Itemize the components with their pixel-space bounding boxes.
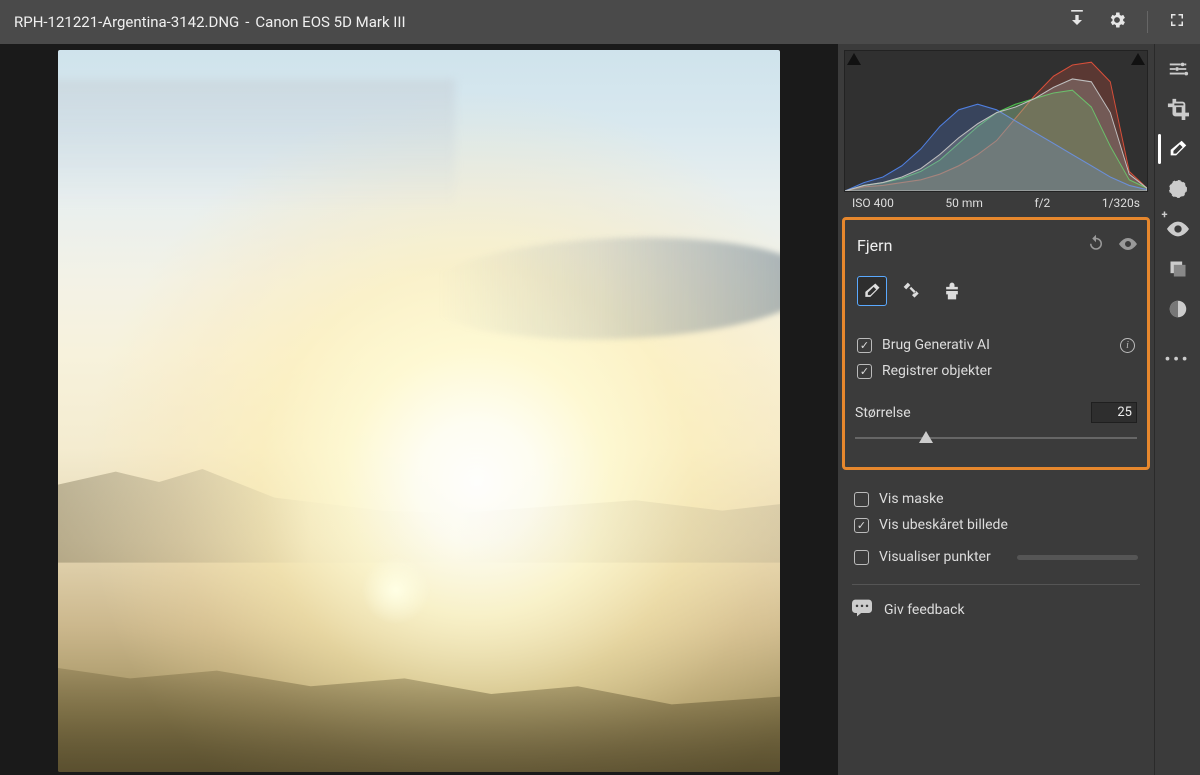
title-separator: - [245, 13, 249, 31]
radial-mask-icon[interactable] [1158, 170, 1198, 208]
lens-blur-icon[interactable] [1158, 290, 1198, 328]
generative-ai-row: Brug Generativ AI i [855, 332, 1137, 358]
feedback-label: Giv feedback [884, 602, 965, 618]
show-mask-checkbox[interactable] [854, 492, 869, 507]
panel-title: Fjern [855, 236, 892, 255]
more-icon[interactable]: ••• [1158, 340, 1198, 378]
size-label: Størrelse [855, 405, 911, 421]
aperture-label: f/2 [1034, 196, 1050, 210]
focal-label: 50 mm [945, 196, 983, 210]
side-panel: ISO 400 50 mm f/2 1/320s Fjern [838, 44, 1154, 775]
feedback-row[interactable]: Giv feedback [852, 599, 1140, 621]
visualize-points-checkbox[interactable] [854, 550, 869, 565]
histogram[interactable] [844, 50, 1148, 192]
shutter-label: 1/320s [1102, 196, 1140, 210]
visualize-points-label: Visualiser punkter [879, 549, 991, 565]
show-mask-label: Vis maske [879, 491, 944, 507]
eraser-rail-icon[interactable] [1158, 130, 1198, 168]
visualize-points-slider[interactable] [1017, 555, 1138, 560]
undo-icon[interactable] [1087, 234, 1105, 256]
remove-panel: Fjern [842, 217, 1150, 470]
info-icon[interactable]: i [1120, 338, 1135, 353]
image-canvas[interactable] [0, 44, 838, 775]
show-uncropped-label: Vis ubeskåret billede [879, 517, 1008, 533]
divider [852, 584, 1140, 585]
eye-icon[interactable] [1119, 236, 1137, 255]
titlebar: RPH-121221-Argentina-3142.DNG - Canon EO… [0, 0, 1200, 44]
adjust-sliders-icon[interactable] [1158, 50, 1198, 88]
chat-icon [852, 599, 872, 621]
show-mask-row: Vis maske [852, 486, 1140, 512]
divider [1147, 11, 1148, 33]
generative-ai-label: Brug Generativ AI [882, 337, 990, 353]
export-icon[interactable] [1067, 10, 1087, 34]
redeye-icon[interactable]: + [1158, 210, 1198, 248]
size-slider[interactable] [855, 431, 1137, 445]
gear-icon[interactable] [1107, 10, 1127, 34]
fullscreen-icon[interactable] [1168, 11, 1186, 33]
layers-icon[interactable] [1158, 250, 1198, 288]
crop-icon[interactable] [1158, 90, 1198, 128]
filename: RPH-121221-Argentina-3142.DNG [14, 13, 239, 31]
histogram-section: ISO 400 50 mm f/2 1/320s [838, 44, 1154, 209]
heal-tool[interactable] [897, 276, 927, 306]
visualize-points-row: Visualiser punkter [852, 544, 1140, 570]
iso-label: ISO 400 [852, 196, 894, 210]
tool-row [855, 276, 1137, 306]
title-text: RPH-121221-Argentina-3142.DNG - Canon EO… [14, 13, 406, 31]
camera-model: Canon EOS 5D Mark III [255, 13, 405, 31]
eraser-tool[interactable] [857, 276, 887, 306]
lower-controls: Vis maske Vis ubeskåret billede Visualis… [838, 486, 1154, 621]
generative-ai-checkbox[interactable] [857, 338, 872, 353]
size-input[interactable] [1091, 402, 1137, 423]
detect-objects-row: Registrer objekter [855, 358, 1137, 384]
tool-rail: + ••• [1154, 44, 1200, 775]
detect-objects-label: Registrer objekter [882, 363, 992, 379]
show-uncropped-checkbox[interactable] [854, 518, 869, 533]
detect-objects-checkbox[interactable] [857, 364, 872, 379]
show-uncropped-row: Vis ubeskåret billede [852, 512, 1140, 538]
clone-stamp-tool[interactable] [937, 276, 967, 306]
photo-preview [58, 50, 780, 772]
size-slider-block: Størrelse [855, 402, 1137, 445]
